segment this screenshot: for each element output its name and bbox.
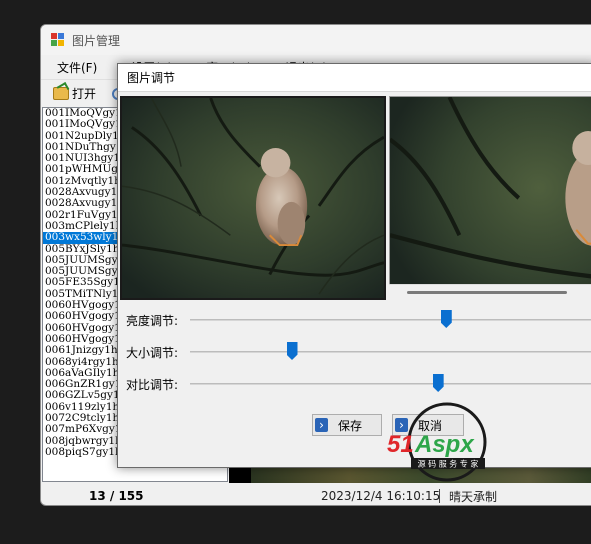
status-datetime: 2023/12/4 16:10:15 <box>321 489 441 503</box>
status-separator <box>439 489 440 503</box>
menu-file[interactable]: 文件(F) <box>49 59 105 76</box>
adjusted-image-panel <box>389 96 591 300</box>
main-title-bar: 图片管理 <box>41 25 591 55</box>
cancel-button-label: 取消 <box>418 418 443 433</box>
owl-photo-original <box>122 98 384 298</box>
status-image-count: 13 / 155 <box>89 489 144 503</box>
size-label: 大小调节: <box>126 345 179 360</box>
scrollbar-thumb[interactable] <box>407 291 567 294</box>
open-folder-icon <box>53 87 69 100</box>
size-slider-thumb[interactable] <box>286 342 298 360</box>
size-slider-track[interactable] <box>190 351 591 353</box>
save-button-label: 保存 <box>338 418 363 433</box>
contrast-label: 对比调节: <box>126 377 179 392</box>
brightness-slider-row: 亮度调节: <box>126 308 591 332</box>
dialog-title: 图片调节 <box>127 71 176 85</box>
cancel-button[interactable]: 取消 <box>392 414 464 436</box>
app-icon <box>51 33 65 47</box>
photo-preview-strip <box>229 467 591 483</box>
image-horizontal-scrollbar[interactable] <box>389 284 591 300</box>
dialog-title-bar: 图片调节 <box>118 64 591 92</box>
size-slider-row: 大小调节: <box>126 340 591 364</box>
brightness-label: 亮度调节: <box>126 313 179 328</box>
open-button-label: 打开 <box>72 87 97 101</box>
open-button[interactable]: 打开 <box>49 83 100 104</box>
arrow-right-icon <box>395 418 408 432</box>
main-window-title: 图片管理 <box>72 33 121 48</box>
contrast-slider-thumb[interactable] <box>432 374 444 392</box>
original-image-panel <box>120 96 386 300</box>
owl-photo-adjusted <box>390 97 591 299</box>
brightness-slider-track[interactable] <box>190 319 591 321</box>
status-credit: 晴天承制 <box>449 489 498 504</box>
image-adjust-dialog: 图片调节 亮度调节: 大小调节: 对比调节: › 保存 › 取消 <box>117 63 591 468</box>
status-bar: 13 / 155 2023/12/4 16:10:15 晴天承制 <box>41 485 591 505</box>
contrast-slider-track[interactable] <box>190 383 591 385</box>
contrast-slider-row: 对比调节: <box>126 372 591 396</box>
save-button[interactable]: 保存 <box>312 414 382 436</box>
brightness-slider-thumb[interactable] <box>440 310 452 328</box>
arrow-right-icon <box>315 418 328 432</box>
